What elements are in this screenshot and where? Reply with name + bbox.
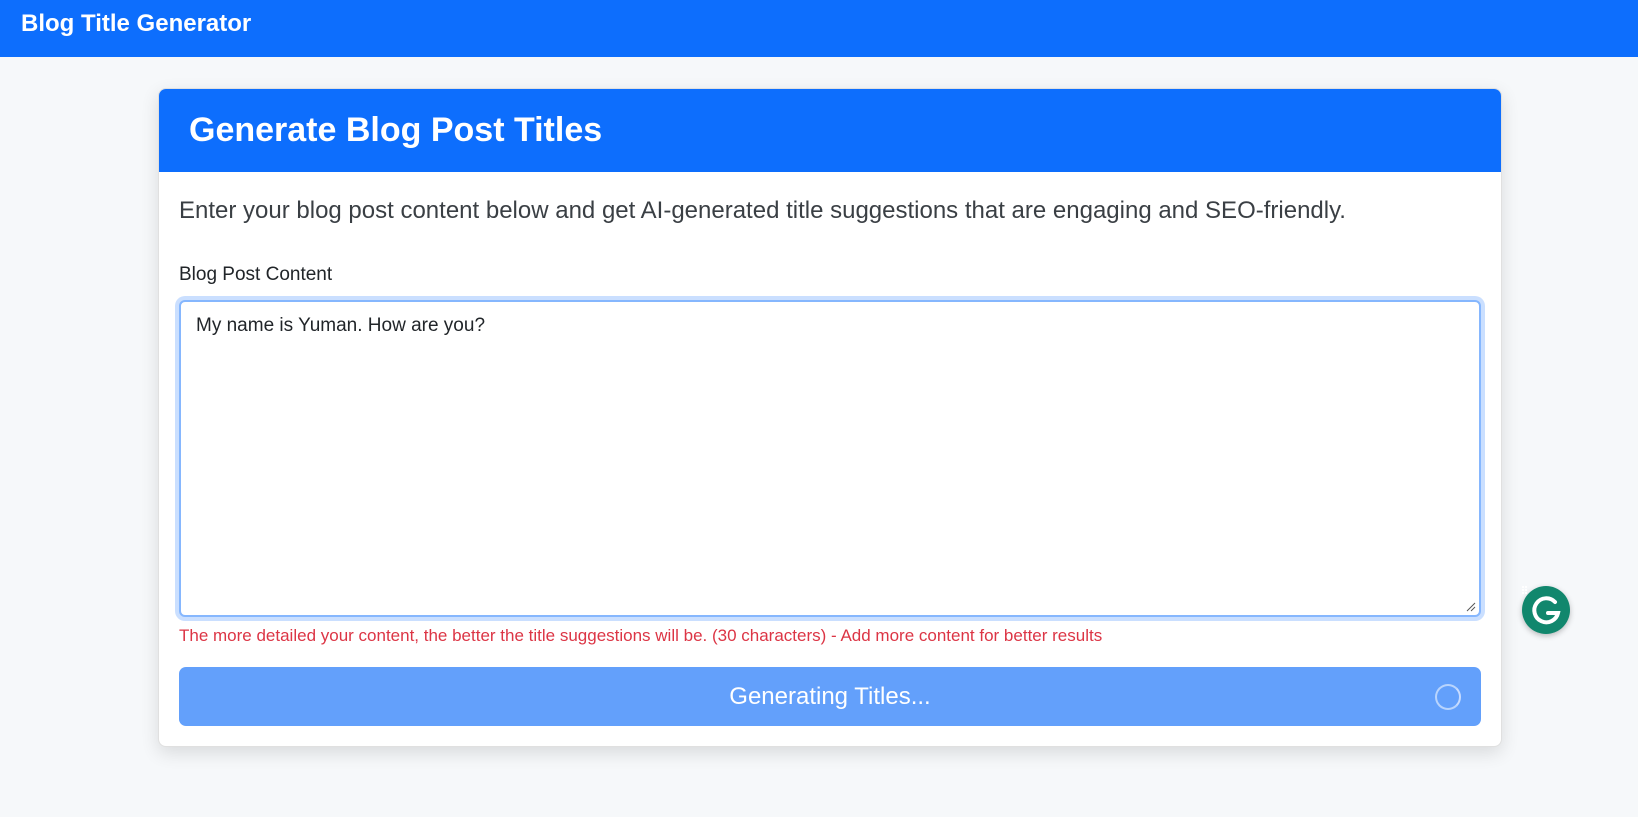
blog-content-textarea[interactable]: My name is Yuman. How are you? — [179, 300, 1481, 617]
resize-handle-icon[interactable] — [1466, 602, 1476, 612]
intro-text: Enter your blog post content below and g… — [179, 197, 1346, 224]
textarea-value: My name is Yuman. How are you? — [196, 315, 486, 336]
content-help-text: The more detailed your content, the bett… — [179, 626, 1103, 645]
top-navbar: Blog Title Generator — [0, 0, 1638, 57]
card-header: Generate Blog Post Titles — [159, 89, 1501, 172]
navbar-brand[interactable]: Blog Title Generator — [21, 9, 251, 39]
grammarly-handle-icon — [1522, 586, 1527, 594]
generate-button-label: Generating Titles... — [729, 683, 931, 710]
card-title: Generate Blog Post Titles — [189, 111, 603, 149]
generate-titles-button[interactable]: Generating Titles... — [179, 667, 1481, 726]
content-field-label: Blog Post Content — [179, 264, 333, 285]
loading-spinner-icon — [1435, 684, 1461, 710]
grammarly-icon[interactable] — [1522, 586, 1570, 634]
generator-card: Generate Blog Post Titles Enter your blo… — [158, 88, 1502, 747]
